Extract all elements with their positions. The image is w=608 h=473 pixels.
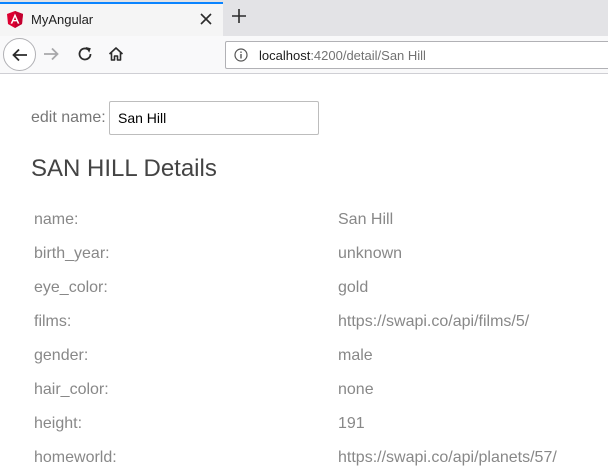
forward-arrow-icon[interactable] (42, 45, 60, 63)
close-icon[interactable] (199, 12, 213, 26)
back-arrow-icon (12, 48, 27, 62)
detail-value: gold (338, 279, 369, 296)
home-icon[interactable] (107, 45, 125, 63)
detail-value: unknown (338, 245, 403, 262)
detail-key: hair_color: (34, 381, 109, 398)
detail-row-gender: gender: male (0, 344, 608, 378)
detail-row-birth-year: birth_year: unknown (0, 242, 608, 276)
page-content: edit name: SAN HILL Details name: San Hi… (0, 75, 608, 473)
url-host: localhost (259, 48, 311, 63)
detail-key: height: (34, 415, 83, 432)
url-path: :4200/detail/San Hill (310, 48, 426, 63)
detail-value: San Hill (338, 211, 394, 228)
details-heading: SAN HILL Details (31, 155, 217, 182)
detail-key: films: (34, 313, 72, 330)
tab-title: MyAngular (31, 12, 94, 27)
plus-icon[interactable] (231, 8, 247, 24)
detail-row-hair-color: hair_color: none (0, 378, 608, 412)
detail-key: birth_year: (34, 245, 110, 262)
angular-icon (7, 11, 23, 28)
edit-name-label: edit name: (31, 109, 106, 126)
detail-key: name: (34, 211, 79, 228)
detail-value: https://swapi.co/api/films/5/ (338, 313, 530, 330)
tab-strip: MyAngular (0, 0, 608, 36)
navigation-bar: localhost:4200/detail/San Hill (0, 36, 608, 74)
detail-row-name: name: San Hill (0, 208, 608, 242)
url-text: localhost:4200/detail/San Hill (259, 48, 426, 63)
detail-key: homeworld: (34, 449, 117, 466)
address-bar[interactable]: localhost:4200/detail/San Hill (225, 41, 608, 69)
detail-value: male (338, 347, 373, 364)
tab-myangular[interactable]: MyAngular (0, 2, 223, 36)
info-icon[interactable] (234, 48, 248, 62)
detail-row-homeworld: homeworld: https://swapi.co/api/planets/… (0, 446, 608, 473)
detail-row-eye-color: eye_color: gold (0, 276, 608, 310)
back-button[interactable] (3, 38, 36, 71)
detail-value: 191 (338, 415, 365, 432)
detail-value: none (338, 381, 374, 398)
browser-window: MyAngular localhost:4200/detail/San Hill… (0, 0, 608, 473)
detail-key: eye_color: (34, 279, 108, 296)
detail-value: https://swapi.co/api/planets/57/ (338, 449, 557, 466)
details-list: name: San Hill birth_year: unknown eye_c… (0, 208, 608, 473)
edit-name-input[interactable] (109, 101, 319, 135)
detail-row-height: height: 191 (0, 412, 608, 446)
reload-icon[interactable] (76, 45, 94, 63)
detail-row-films: films: https://swapi.co/api/films/5/ (0, 310, 608, 344)
detail-key: gender: (34, 347, 89, 364)
